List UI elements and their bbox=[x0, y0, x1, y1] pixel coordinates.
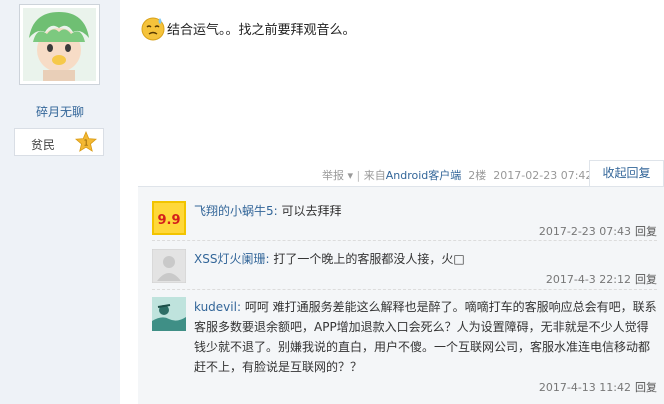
report-dropdown-icon[interactable]: ▾ bbox=[348, 169, 354, 182]
sweat-emoji-icon bbox=[140, 15, 166, 41]
rank-badge-icon: 1 bbox=[75, 130, 97, 153]
reply-username[interactable]: 飞翔的小蜗牛5: bbox=[194, 204, 278, 218]
reply-content: 打了一个晚上的客服都没人接，火□ bbox=[273, 252, 465, 266]
user-avatar[interactable] bbox=[19, 4, 100, 85]
post-time: 2017-02-23 07:42 bbox=[493, 169, 593, 182]
reply-meta: 2017-2-23 07:43 回复 bbox=[539, 223, 657, 239]
svg-text:1: 1 bbox=[83, 139, 88, 148]
reply-button[interactable]: 回复 bbox=[635, 273, 657, 286]
reply-meta: 2017-4-13 11:42 回复 bbox=[539, 379, 657, 395]
reply-text: kudevil: 呵呵 难打通服务差能这么解释也是醉了。嘀嘀打车的客服响应总会有… bbox=[194, 297, 657, 377]
rank-box: 贫民 1 bbox=[14, 128, 104, 156]
sub-reply-list: 9.9 飞翔的小蜗牛5: 可以去拜拜 2017-2-23 07:43 回复 XSS… bbox=[138, 186, 664, 404]
reply-avatar[interactable]: 9.9 bbox=[152, 201, 186, 235]
report-link[interactable]: 举报 bbox=[322, 169, 344, 182]
post-meta: 举报 ▾ | 来自Android客户端 2楼 2017-02-23 07:42 bbox=[322, 167, 592, 183]
floor-number: 2楼 bbox=[468, 169, 487, 182]
reply-avatar[interactable] bbox=[152, 297, 186, 331]
user-sidebar: 碎月无聊 贫民 1 bbox=[0, 0, 120, 404]
reply-divider bbox=[152, 289, 657, 290]
reply-username[interactable]: XSS灯火阑珊: bbox=[194, 252, 270, 266]
client-link[interactable]: Android客户端 bbox=[386, 169, 462, 182]
meta-separator: | bbox=[356, 169, 361, 182]
svg-text:9.9: 9.9 bbox=[157, 213, 180, 228]
post-content: 结合运气。。找之前要拜观音么。 bbox=[140, 10, 356, 46]
reply-username[interactable]: kudevil: bbox=[194, 300, 241, 314]
reply-button[interactable]: 回复 bbox=[635, 381, 657, 394]
reply-content: 可以去拜拜 bbox=[281, 204, 342, 218]
reply-time: 2017-2-23 07:43 bbox=[538, 225, 631, 238]
reply-text: 飞翔的小蜗牛5: 可以去拜拜 bbox=[194, 201, 657, 221]
reply-text: XSS灯火阑珊: 打了一个晚上的客服都没人接，火□ bbox=[194, 249, 657, 269]
username-link[interactable]: 碎月无聊 bbox=[0, 103, 120, 120]
post-text: 结合运气。。找之前要拜观音么。 bbox=[167, 22, 356, 38]
rank-label: 贫民 bbox=[31, 138, 56, 152]
reply-time: 2017-4-3 22:12 bbox=[545, 273, 631, 286]
avatar-image bbox=[23, 8, 96, 81]
reply-divider bbox=[152, 240, 657, 241]
reply-meta: 2017-4-3 22:12 回复 bbox=[546, 271, 657, 287]
reply-content: 呵呵 难打通服务差能这么解释也是醉了。嘀嘀打车的客服响应总会有吧，联系客服多数要… bbox=[194, 300, 657, 374]
reply-time: 2017-4-13 11:42 bbox=[538, 381, 631, 394]
from-prefix: 来自 bbox=[363, 169, 386, 182]
reply-avatar[interactable] bbox=[151, 248, 187, 284]
post-meta-bar: 举报 ▾ | 来自Android客户端 2楼 2017-02-23 07:42 … bbox=[0, 160, 664, 186]
reply-button[interactable]: 回复 bbox=[635, 225, 657, 238]
collapse-replies-button[interactable]: 收起回复 bbox=[589, 160, 664, 186]
